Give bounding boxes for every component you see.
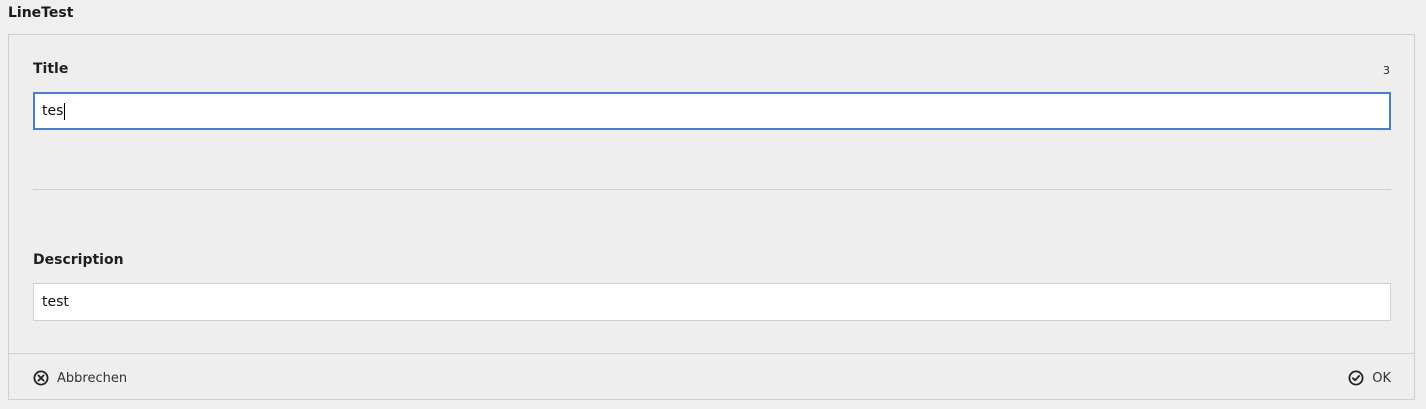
check-circle-icon xyxy=(1348,370,1364,386)
title-label: Title xyxy=(33,61,69,77)
description-input-value: test xyxy=(42,294,69,310)
edit-dialog: Title 3 tes Description test Abbrechen O… xyxy=(8,34,1415,400)
section-divider xyxy=(33,189,1391,190)
description-input[interactable]: test xyxy=(33,283,1391,321)
title-input-value: tes xyxy=(42,103,64,119)
description-label: Description xyxy=(33,252,124,268)
cancel-button-label: Abbrechen xyxy=(57,370,128,386)
text-caret xyxy=(64,102,66,120)
close-circle-icon xyxy=(33,370,49,386)
ok-button-label: OK xyxy=(1372,370,1391,386)
ok-button[interactable]: OK xyxy=(1348,367,1391,389)
cancel-button[interactable]: Abbrechen xyxy=(33,367,127,389)
title-input[interactable]: tes xyxy=(33,92,1391,130)
window-title: LineTest xyxy=(8,5,74,21)
title-char-count: 3 xyxy=(1383,64,1390,77)
dialog-footer: Abbrechen OK xyxy=(9,353,1414,400)
